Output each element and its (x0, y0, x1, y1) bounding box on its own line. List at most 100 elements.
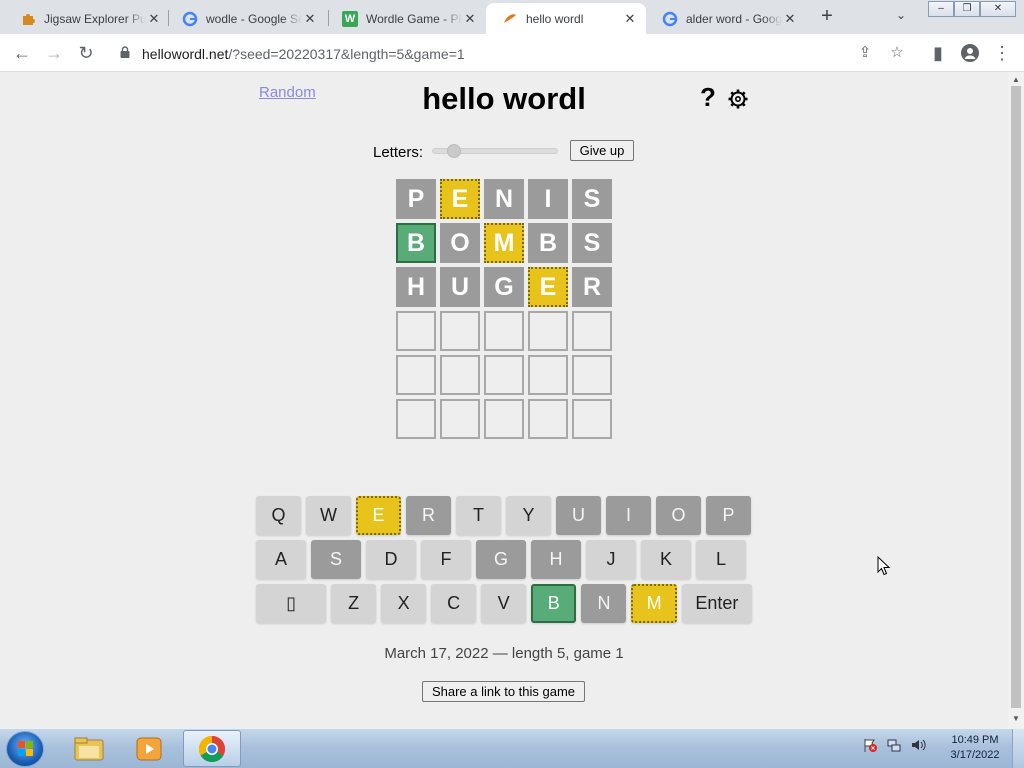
forward-arrow-icon[interactable]: → (42, 41, 66, 65)
reload-icon[interactable]: ↻ (74, 41, 98, 65)
board-tile: S (572, 179, 612, 219)
key-w[interactable]: W (306, 496, 351, 535)
key-x[interactable]: X (381, 584, 427, 623)
tab-title: Wordle Game - Pl (366, 11, 462, 26)
browser-toolbar: ← → ↻ hellowordl.net/?seed=20220317&leng… (0, 34, 1024, 72)
hello-wordl-favicon-icon (502, 11, 518, 27)
key-a[interactable]: A (256, 540, 306, 579)
restore-window-button[interactable]: ❐ (954, 1, 980, 17)
scroll-down-arrow-icon[interactable]: ▼ (1012, 714, 1020, 723)
key-y[interactable]: Y (506, 496, 551, 535)
page-scrollbar[interactable]: ▲ ▼ (1008, 72, 1024, 728)
key-m[interactable]: M (631, 584, 677, 623)
slider-thumb[interactable] (447, 144, 461, 158)
board-tile: S (572, 223, 612, 263)
tab-jigsaw-explorer[interactable]: Jigsaw Explorer Pu ✕ (4, 3, 170, 34)
lock-icon (120, 46, 130, 58)
tab-search-chevron-icon[interactable]: ⌄ (896, 8, 906, 22)
key-l[interactable]: L (696, 540, 746, 579)
start-button[interactable] (6, 731, 44, 767)
key-o[interactable]: O (656, 496, 701, 535)
game-info-text: March 17, 2022 — length 5, game 1 (384, 645, 624, 662)
key-i[interactable]: I (606, 496, 651, 535)
board-tile: E (528, 267, 568, 307)
tab-wodle-google-search[interactable]: wodle - Google Se ✕ (166, 3, 326, 34)
key-h[interactable]: H (531, 540, 581, 579)
windows-explorer-icon[interactable] (60, 730, 118, 767)
tab-alder-word-google[interactable]: alder word - Goog ✕ (646, 3, 806, 34)
close-tab-icon[interactable]: ✕ (302, 11, 318, 27)
back-arrow-icon[interactable]: ← (10, 41, 34, 65)
action-center-flag-icon[interactable] (862, 737, 878, 753)
key-f[interactable]: F (421, 540, 471, 579)
board-tile: P (396, 179, 436, 219)
profile-avatar-icon[interactable] (958, 41, 982, 65)
close-tab-icon[interactable]: ✕ (782, 11, 798, 27)
network-icon[interactable] (886, 737, 902, 753)
enter-key[interactable]: Enter (681, 584, 753, 623)
close-window-button[interactable]: ✕ (980, 1, 1016, 17)
tab-hello-wordl[interactable]: hello wordl ✕ (486, 3, 646, 34)
board-tile (440, 355, 480, 395)
key-k[interactable]: K (641, 540, 691, 579)
clock-date: 3/17/2022 (950, 749, 1000, 761)
page-title: hello wordl (422, 81, 586, 116)
give-up-button[interactable]: Give up (570, 140, 634, 161)
close-tab-icon[interactable]: ✕ (462, 11, 478, 27)
key-g[interactable]: G (476, 540, 526, 579)
board-tile (528, 311, 568, 351)
side-panel-icon[interactable]: ▮ (926, 41, 950, 65)
key-c[interactable]: C (431, 584, 477, 623)
scrollbar-thumb[interactable] (1011, 86, 1021, 708)
address-bar[interactable]: hellowordl.net/?seed=20220317&length=5&g… (108, 38, 920, 68)
share-icon[interactable]: ⇪ (856, 44, 874, 62)
minimize-window-button[interactable]: – (928, 1, 954, 17)
key-t[interactable]: T (456, 496, 501, 535)
keyboard-row: ▯ Z X C V B N M Enter (256, 584, 753, 623)
key-b[interactable]: B (531, 584, 577, 623)
board-tile: B (396, 223, 436, 263)
board-row: HUGER (396, 267, 612, 307)
chrome-icon[interactable] (183, 730, 241, 767)
settings-gear-icon[interactable] (728, 89, 748, 109)
key-n[interactable]: N (581, 584, 627, 623)
clock-time: 10:49 PM (951, 734, 999, 746)
key-r[interactable]: R (406, 496, 451, 535)
key-d[interactable]: D (366, 540, 416, 579)
browser-menu-icon[interactable]: ⋮ (990, 41, 1014, 65)
jigsaw-favicon-icon (20, 11, 36, 27)
show-desktop-button[interactable] (1012, 729, 1024, 768)
key-j[interactable]: J (586, 540, 636, 579)
close-tab-icon[interactable]: ✕ (146, 11, 162, 27)
key-s[interactable]: S (311, 540, 361, 579)
media-player-icon[interactable] (120, 730, 178, 767)
board-tile: E (440, 179, 480, 219)
board-tile (484, 311, 524, 351)
key-u[interactable]: U (556, 496, 601, 535)
taskbar-clock[interactable]: 10:49 PM 3/17/2022 (944, 733, 1006, 763)
board-tile: U (440, 267, 480, 307)
bookmark-star-icon[interactable]: ☆ (888, 44, 906, 62)
windows-taskbar: 10:49 PM 3/17/2022 (0, 728, 1024, 768)
key-q[interactable]: Q (256, 496, 301, 535)
board-tile (528, 399, 568, 439)
board-tile (572, 399, 612, 439)
tab-wordle-game[interactable]: W Wordle Game - Pl ✕ (326, 3, 486, 34)
backspace-key[interactable]: ▯ (256, 584, 327, 623)
key-p[interactable]: P (706, 496, 751, 535)
keyboard-row: QWERTYUIOP (256, 496, 752, 535)
key-z[interactable]: Z (331, 584, 377, 623)
new-tab-button[interactable]: + (816, 6, 838, 28)
volume-icon[interactable] (910, 737, 926, 753)
key-e[interactable]: E (356, 496, 401, 535)
letters-label: Letters: (373, 144, 424, 161)
scroll-up-arrow-icon[interactable]: ▲ (1012, 75, 1020, 84)
close-tab-icon[interactable]: ✕ (622, 11, 638, 27)
letters-length-slider[interactable] (432, 144, 558, 158)
key-v[interactable]: V (481, 584, 527, 623)
keyboard-row: ASDFGHJKL (256, 540, 752, 579)
board-tile: H (396, 267, 436, 307)
board-row (396, 399, 612, 439)
help-button[interactable]: ? (700, 82, 716, 113)
share-link-button[interactable]: Share a link to this game (422, 681, 585, 702)
